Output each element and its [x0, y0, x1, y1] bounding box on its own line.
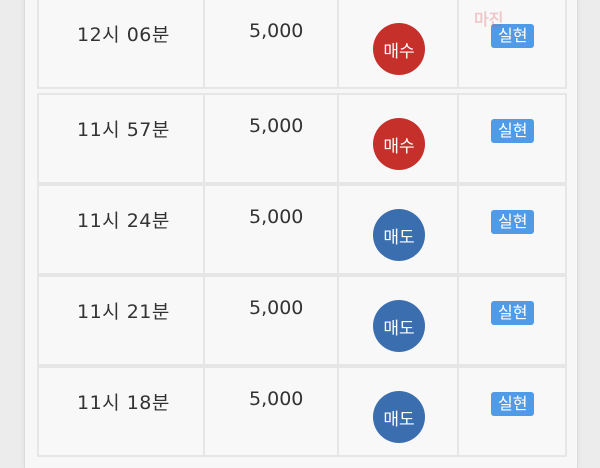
- trade-history-card: 12시 06분 5,000 매수 실현 11시 57분 5,000 매수 실현 …: [24, 0, 578, 468]
- sell-indicator: 매도: [373, 391, 425, 443]
- trade-amount: 5,000: [249, 388, 304, 410]
- trade-time: 11시 57분: [77, 119, 170, 141]
- trade-amount: 5,000: [249, 20, 304, 42]
- trade-time: 12시 06분: [77, 24, 170, 46]
- sell-indicator: 매도: [373, 209, 425, 261]
- trade-row: 11시 21분 5,000 매도 실현: [37, 275, 567, 366]
- realized-badge: 실현: [491, 210, 535, 234]
- watermark-logo: 마진: [474, 10, 504, 29]
- trade-time: 11시 18분: [77, 392, 170, 414]
- trade-row: 11시 57분 5,000 매수 실현: [37, 93, 567, 184]
- buy-indicator: 매수: [373, 118, 425, 170]
- trade-amount: 5,000: [249, 297, 304, 319]
- trade-amount: 5,000: [249, 115, 304, 137]
- trade-row: 11시 18분 5,000 매도 실현: [37, 366, 567, 457]
- realized-badge: 실현: [491, 392, 535, 416]
- sell-indicator: 매도: [373, 300, 425, 352]
- trade-time: 11시 24분: [77, 210, 170, 232]
- buy-indicator: 매수: [373, 23, 425, 75]
- realized-badge: 실현: [491, 301, 535, 325]
- realized-badge: 실현: [491, 119, 535, 143]
- trade-time: 11시 21분: [77, 301, 170, 323]
- trade-row: 11시 24분 5,000 매도 실현: [37, 184, 567, 275]
- trade-amount: 5,000: [249, 206, 304, 228]
